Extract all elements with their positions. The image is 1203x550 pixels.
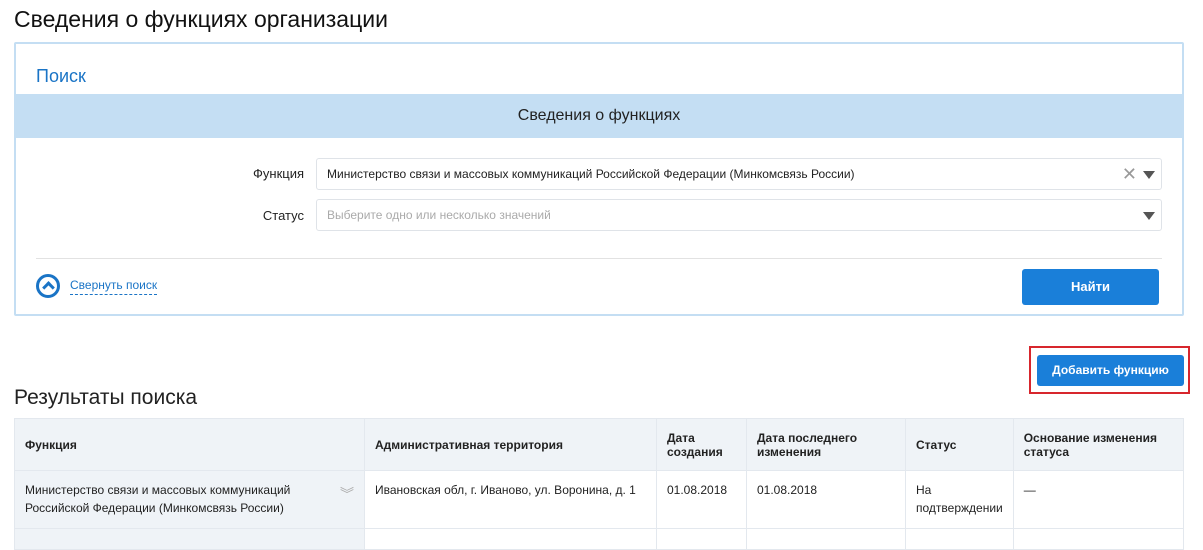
column-header[interactable]: Основание изменения статуса (1012, 418, 1185, 471)
function-cell: Министерство связи и массовых коммуникац… (14, 470, 365, 529)
find-button[interactable]: Найти (1022, 269, 1159, 305)
column-header[interactable]: Дата создания (656, 418, 747, 471)
add-function-button[interactable]: Добавить функцию (1037, 355, 1184, 386)
section-band: Сведения о функциях (16, 94, 1182, 138)
status-label: Статус (262, 208, 304, 223)
chevron-up-icon[interactable] (36, 274, 60, 298)
table-row (14, 528, 1185, 550)
results-table: Функция Административная территория Дата… (14, 418, 1185, 550)
column-header[interactable]: Статус (905, 418, 1014, 471)
status-placeholder: Выберите одно или несколько значений (327, 208, 551, 222)
reason-cell: — (1012, 470, 1185, 529)
table-header: Функция Административная территория Дата… (14, 418, 1185, 471)
expand-chevron-icon[interactable]: ︾ (340, 485, 354, 503)
collapse-search-link[interactable]: Свернуть поиск (70, 278, 158, 295)
divider (36, 258, 1162, 259)
clear-icon[interactable]: ✕ (1122, 159, 1137, 189)
function-select[interactable]: Министерство связи и массовых коммуникац… (316, 158, 1162, 190)
dropdown-arrow-icon[interactable] (1143, 212, 1155, 220)
page-title: Сведения о функциях организации (14, 6, 388, 32)
territory-cell: Ивановская обл, г. Иваново, ул. Воронина… (364, 470, 657, 529)
created-cell: 01.08.2018 (656, 470, 747, 529)
status-select[interactable]: Выберите одно или несколько значений (316, 199, 1162, 231)
function-label: Функция (253, 166, 304, 181)
dropdown-arrow-icon[interactable] (1143, 171, 1155, 179)
modified-cell: 01.08.2018 (746, 470, 906, 529)
column-header[interactable]: Административная территория (364, 418, 657, 471)
table-row[interactable]: Министерство связи и массовых коммуникац… (14, 470, 1185, 529)
function-text: Министерство связи и массовых коммуникац… (25, 483, 291, 515)
results-title: Результаты поиска (14, 386, 198, 409)
search-heading: Поиск (36, 66, 86, 86)
column-header[interactable]: Функция (14, 418, 365, 471)
function-value: Министерство связи и массовых коммуникац… (327, 167, 855, 181)
status-cell: На подтверждении (905, 470, 1014, 529)
column-header[interactable]: Дата последнего изменения (746, 418, 906, 471)
search-panel: Поиск Сведения о функциях Функция Минист… (14, 42, 1184, 316)
